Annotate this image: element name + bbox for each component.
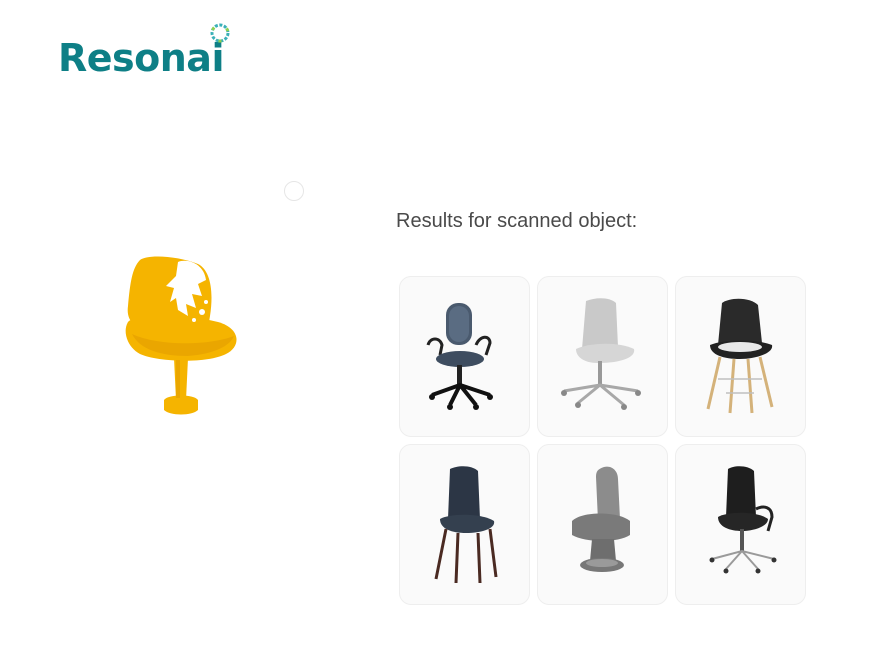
office-chair-blue-image bbox=[426, 302, 493, 410]
dining-chair-dark-image bbox=[434, 465, 497, 583]
result-card-2[interactable] bbox=[537, 276, 668, 437]
resonai-logo[interactable]: Resonai bbox=[58, 22, 238, 82]
results-grid bbox=[399, 276, 806, 605]
result-card-1[interactable] bbox=[399, 276, 530, 437]
eames-chair-black-image bbox=[706, 298, 773, 413]
result-card-3[interactable] bbox=[675, 276, 806, 437]
result-card-4[interactable] bbox=[399, 444, 530, 605]
office-chair-black-image bbox=[709, 465, 776, 573]
logo-wordmark: Resonai bbox=[58, 36, 224, 80]
results-title: Results for scanned object: bbox=[396, 210, 638, 232]
car-seat-chair-grey-image bbox=[571, 466, 630, 572]
result-card-5[interactable] bbox=[537, 444, 668, 605]
logo-ring-icon bbox=[210, 23, 230, 43]
scanned-object-image bbox=[125, 256, 237, 415]
loading-spinner-icon bbox=[284, 181, 304, 201]
shell-chair-grey-image bbox=[560, 297, 641, 410]
result-card-6[interactable] bbox=[675, 444, 806, 605]
